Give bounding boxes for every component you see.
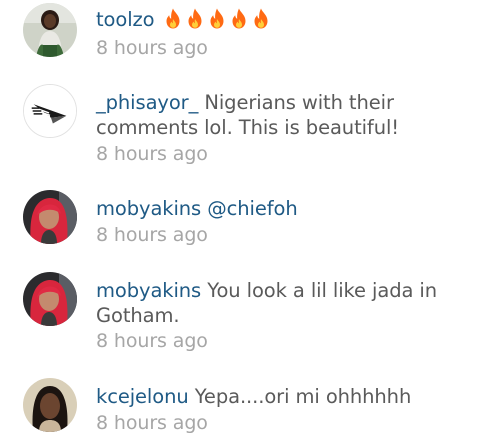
fire-icon <box>187 8 203 29</box>
fire-icon <box>165 8 181 29</box>
avatar[interactable] <box>23 378 77 432</box>
username-link[interactable]: toolzo <box>96 8 155 31</box>
paper-plane-logo-icon <box>24 85 76 137</box>
timestamp: 8 hours ago <box>96 224 208 246</box>
avatar[interactable] <box>23 272 77 326</box>
comment-item: mobyakins You look a lil like jada in Go… <box>0 264 480 370</box>
fire-icon <box>231 8 247 29</box>
user-avatar-icon <box>23 190 77 244</box>
avatar[interactable] <box>23 3 77 57</box>
avatar[interactable] <box>23 190 77 244</box>
comment-item: _phisayor_ Nigerians with their comments… <box>0 80 480 184</box>
comment-body: Yepa....ori mi ohhhhhh <box>194 385 412 408</box>
timestamp: 8 hours ago <box>96 330 208 352</box>
comment-text: kcejelonu Yepa....ori mi ohhhhhh <box>96 384 466 409</box>
comment-text: mobyakins @chiefoh <box>96 196 466 221</box>
comment-item: mobyakins @chiefoh 8 hours ago <box>0 184 480 264</box>
comment-item: kcejelonu Yepa....ori mi ohhhhhh 8 hours… <box>0 370 480 436</box>
mention-link[interactable]: @chiefoh <box>207 197 297 220</box>
timestamp: 8 hours ago <box>96 412 208 434</box>
username-link[interactable]: mobyakins <box>96 197 201 220</box>
timestamp: 8 hours ago <box>96 143 208 165</box>
comment-item: toolzo 8 hours ago <box>0 0 480 80</box>
comment-text: _phisayor_ Nigerians with their comments… <box>96 90 466 140</box>
fire-emoji-group <box>155 8 269 31</box>
avatar[interactable] <box>23 84 77 138</box>
user-avatar-icon <box>23 272 77 326</box>
username-link[interactable]: mobyakins <box>96 279 201 302</box>
fire-icon <box>253 8 269 29</box>
username-link[interactable]: _phisayor_ <box>96 91 198 114</box>
comment-text: mobyakins You look a lil like jada in Go… <box>96 278 466 328</box>
user-avatar-icon <box>23 378 77 432</box>
timestamp: 8 hours ago <box>96 37 208 59</box>
user-avatar-icon <box>23 3 77 57</box>
fire-icon <box>209 8 225 29</box>
username-link[interactable]: kcejelonu <box>96 385 189 408</box>
comment-text: toolzo <box>96 7 466 32</box>
